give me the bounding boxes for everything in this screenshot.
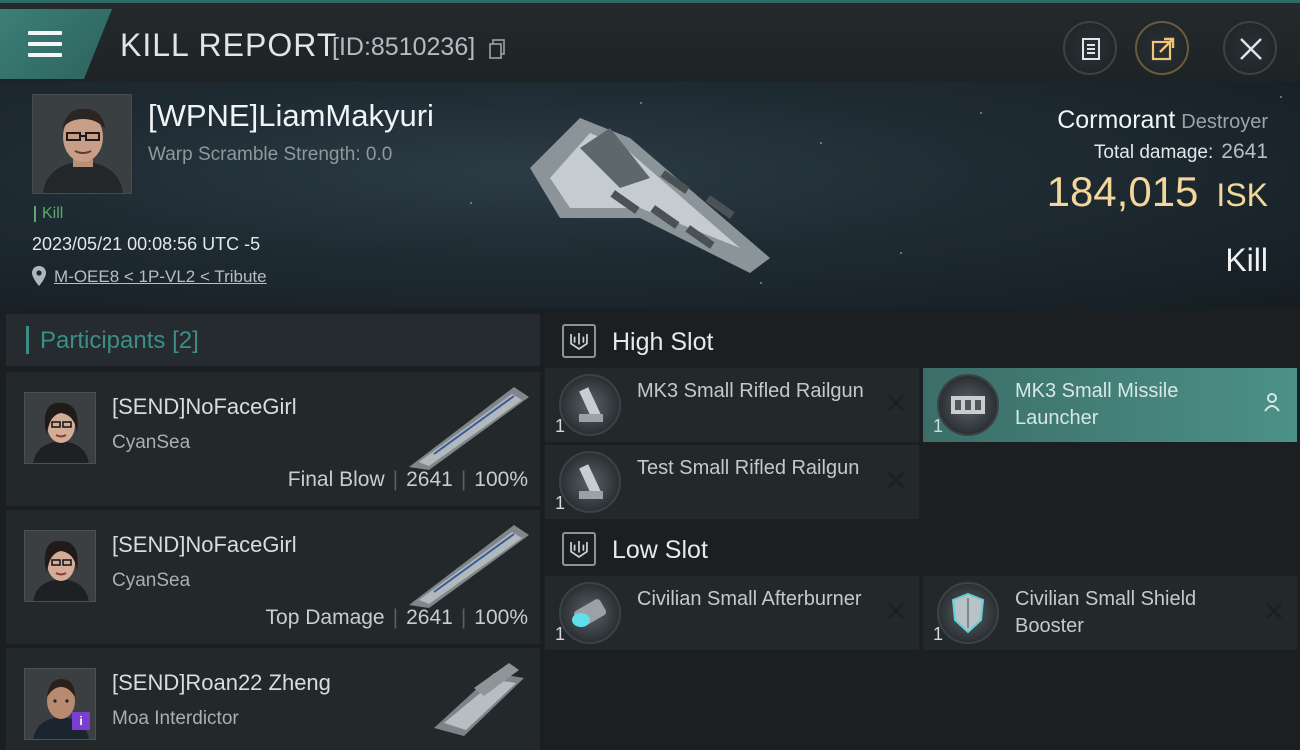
- module-name: Civilian Small Afterburner: [637, 588, 862, 610]
- remove-icon[interactable]: [887, 394, 905, 412]
- participant-name[interactable]: [SEND]NoFaceGirl: [112, 394, 297, 420]
- module-quantity: 1: [933, 416, 944, 436]
- high-slot-title: High Slot: [612, 328, 714, 356]
- module-quantity: 1: [933, 624, 944, 644]
- remove-icon[interactable]: [887, 471, 905, 489]
- menu-icon: [28, 31, 62, 64]
- afterburner-icon: [559, 582, 621, 644]
- participant-percent: 100%: [474, 468, 528, 491]
- page-title: KILL REPORT: [120, 27, 338, 63]
- participant-ship-image: [434, 663, 524, 736]
- top-bar: KILL REPORT [ID:8510236]: [0, 0, 1300, 82]
- location-link[interactable]: M-OEE8 < 1P-VL2 < Tribute: [54, 267, 267, 287]
- participant-ship: CyanSea: [112, 570, 191, 591]
- report-id: [ID:8510236]: [332, 33, 476, 61]
- isk-unit: ISK: [1216, 177, 1268, 213]
- victim-name[interactable]: [WPNE]LiamMakyuri: [148, 98, 434, 134]
- participant-ship: Moa Interdictor: [112, 708, 239, 729]
- participant-row[interactable]: [SEND]NoFaceGirl CyanSea Final Blow | 2641…: [6, 372, 540, 506]
- participant-damage: 2641: [406, 468, 453, 491]
- remove-icon[interactable]: [887, 602, 905, 620]
- total-damage: Total damage: 2641: [1094, 140, 1268, 164]
- share-button[interactable]: [1135, 21, 1189, 75]
- result-label: Kill: [1225, 242, 1268, 278]
- participant-ship: CyanSea: [112, 432, 191, 453]
- participant-damage: 2641: [406, 606, 453, 629]
- menu-button[interactable]: [0, 9, 112, 79]
- module-quantity: 1: [555, 416, 566, 436]
- module-name: MK3 Small Missile Launcher: [1015, 380, 1179, 429]
- low-slot-header: Low Slot: [548, 522, 1298, 582]
- high-slot-header: High Slot: [548, 314, 1298, 374]
- pilot-icon[interactable]: [1263, 392, 1281, 412]
- close-button[interactable]: [1223, 21, 1277, 75]
- railgun-icon: [559, 374, 621, 436]
- module-item[interactable]: 1 MK3 Small Rifled Railgun: [545, 368, 919, 442]
- participants-header: Participants [2]: [6, 314, 540, 366]
- close-icon: [1240, 38, 1262, 60]
- participant-ship-image: [409, 525, 529, 608]
- module-quantity: 1: [555, 624, 566, 644]
- total-damage-label: Total damage:: [1093, 142, 1214, 163]
- module-item[interactable]: 1 Test Small Rifled Railgun: [545, 445, 919, 519]
- low-slot-title: Low Slot: [612, 536, 708, 564]
- railgun-icon: [559, 451, 621, 513]
- missile-launcher-icon: [937, 374, 999, 436]
- participant-avatar[interactable]: [24, 530, 96, 602]
- kill-timestamp: 2023/05/21 00:08:56 UTC -5: [32, 234, 261, 254]
- share-icon: [1151, 37, 1175, 61]
- remove-icon[interactable]: [1265, 602, 1283, 620]
- participant-stats: Final Blow | 2641 | 100%: [287, 468, 528, 491]
- participant-role: Final Blow: [287, 468, 385, 491]
- shield-booster-icon: [937, 582, 999, 644]
- kill-tag: Kill: [34, 206, 63, 222]
- isk-value: 184,015 ISK: [1047, 168, 1268, 216]
- high-slot-icon: [562, 324, 596, 358]
- participant-stats: Top Damage | 2641 | 100%: [265, 606, 528, 629]
- module-name: Test Small Rifled Railgun: [637, 457, 860, 479]
- location-pin-icon: [32, 266, 46, 286]
- participant-percent: 100%: [474, 606, 528, 629]
- participant-row[interactable]: [SEND]NoFaceGirl CyanSea Top Damage | 2641…: [6, 510, 540, 644]
- module-quantity: 1: [555, 493, 566, 513]
- victim-avatar[interactable]: [32, 94, 132, 194]
- warp-scramble-strength: Warp Scramble Strength: 0.0: [148, 144, 393, 165]
- participant-ship-image: [409, 387, 529, 470]
- module-name: Civilian Small Shield Booster: [1015, 588, 1197, 637]
- participants-count: [2]: [172, 327, 199, 354]
- clipboard-button[interactable]: [1063, 21, 1117, 75]
- participant-name[interactable]: [SEND]NoFaceGirl: [112, 532, 297, 558]
- module-item[interactable]: 1 Civilian Small Shield Booster: [923, 576, 1297, 650]
- participant-role: Top Damage: [265, 606, 385, 629]
- participant-name[interactable]: [SEND]Roan22 Zheng: [112, 670, 331, 696]
- ship-name[interactable]: Cormorant: [1057, 106, 1175, 134]
- participants-title: Participants: [40, 327, 166, 354]
- victim-banner: [WPNE]LiamMakyuri Warp Scramble Strength…: [0, 82, 1300, 308]
- copy-icon[interactable]: [489, 39, 505, 59]
- isk-amount: 184,015: [1046, 168, 1199, 215]
- module-item[interactable]: 1 MK3 Small Missile Launcher: [923, 368, 1297, 442]
- victim-ship-image: [530, 118, 770, 273]
- info-badge[interactable]: i: [72, 712, 90, 730]
- module-name: MK3 Small Rifled Railgun: [637, 380, 864, 402]
- low-slot-icon: [562, 532, 596, 566]
- participant-row[interactable]: i [SEND]Roan22 Zheng Moa Interdictor: [6, 648, 540, 750]
- victim-ship: Cormorant Destroyer: [1057, 106, 1268, 135]
- module-item[interactable]: 1 Civilian Small Afterburner: [545, 576, 919, 650]
- total-damage-value: 2641: [1221, 140, 1268, 163]
- ship-class: Destroyer: [1181, 111, 1268, 133]
- clipboard-icon: [1082, 38, 1100, 60]
- participants-panel: Participants [2] [SEND]NoFaceGirl CyanSe…: [6, 314, 540, 750]
- participant-avatar[interactable]: [24, 392, 96, 464]
